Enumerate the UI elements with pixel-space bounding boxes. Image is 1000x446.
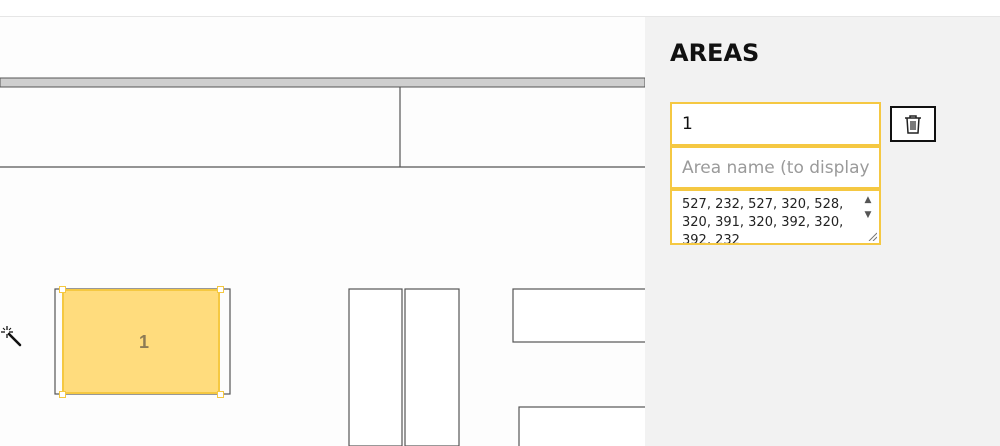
desk-outline <box>518 406 645 446</box>
cabinet-outline <box>404 288 460 446</box>
delete-area-button[interactable] <box>890 106 936 142</box>
desk-outline <box>512 288 645 343</box>
resize-handle[interactable] <box>217 391 224 398</box>
floor-plan-canvas[interactable]: 1 <box>0 17 645 446</box>
scroll-down-icon[interactable]: ▼ <box>859 208 877 223</box>
panel-title: AREAS <box>670 39 760 67</box>
scroll-up-icon[interactable]: ▲ <box>859 193 877 208</box>
resize-handle[interactable] <box>59 286 66 293</box>
scroll-spinner[interactable]: ▲ ▼ <box>859 193 877 225</box>
resize-grip-icon[interactable] <box>867 231 877 241</box>
cabinet-outline <box>348 288 403 446</box>
trash-icon <box>905 115 921 134</box>
areas-panel: AREAS 527, 232, 527, 320, 528, 320, 391,… <box>645 17 1000 446</box>
top-bar <box>0 0 1000 17</box>
top-wall <box>0 77 645 88</box>
area-label: 1 <box>138 332 149 352</box>
resize-handle[interactable] <box>217 286 224 293</box>
area-name-field[interactable] <box>670 146 881 189</box>
area-coordinates-field[interactable]: 527, 232, 527, 320, 528, 320, 391, 320, … <box>670 189 881 245</box>
resize-handle[interactable] <box>59 391 66 398</box>
area-id-field[interactable] <box>670 102 881 146</box>
area-coordinates-text: 527, 232, 527, 320, 528, 320, 391, 320, … <box>682 197 844 245</box>
magic-wand-icon[interactable] <box>0 325 24 349</box>
